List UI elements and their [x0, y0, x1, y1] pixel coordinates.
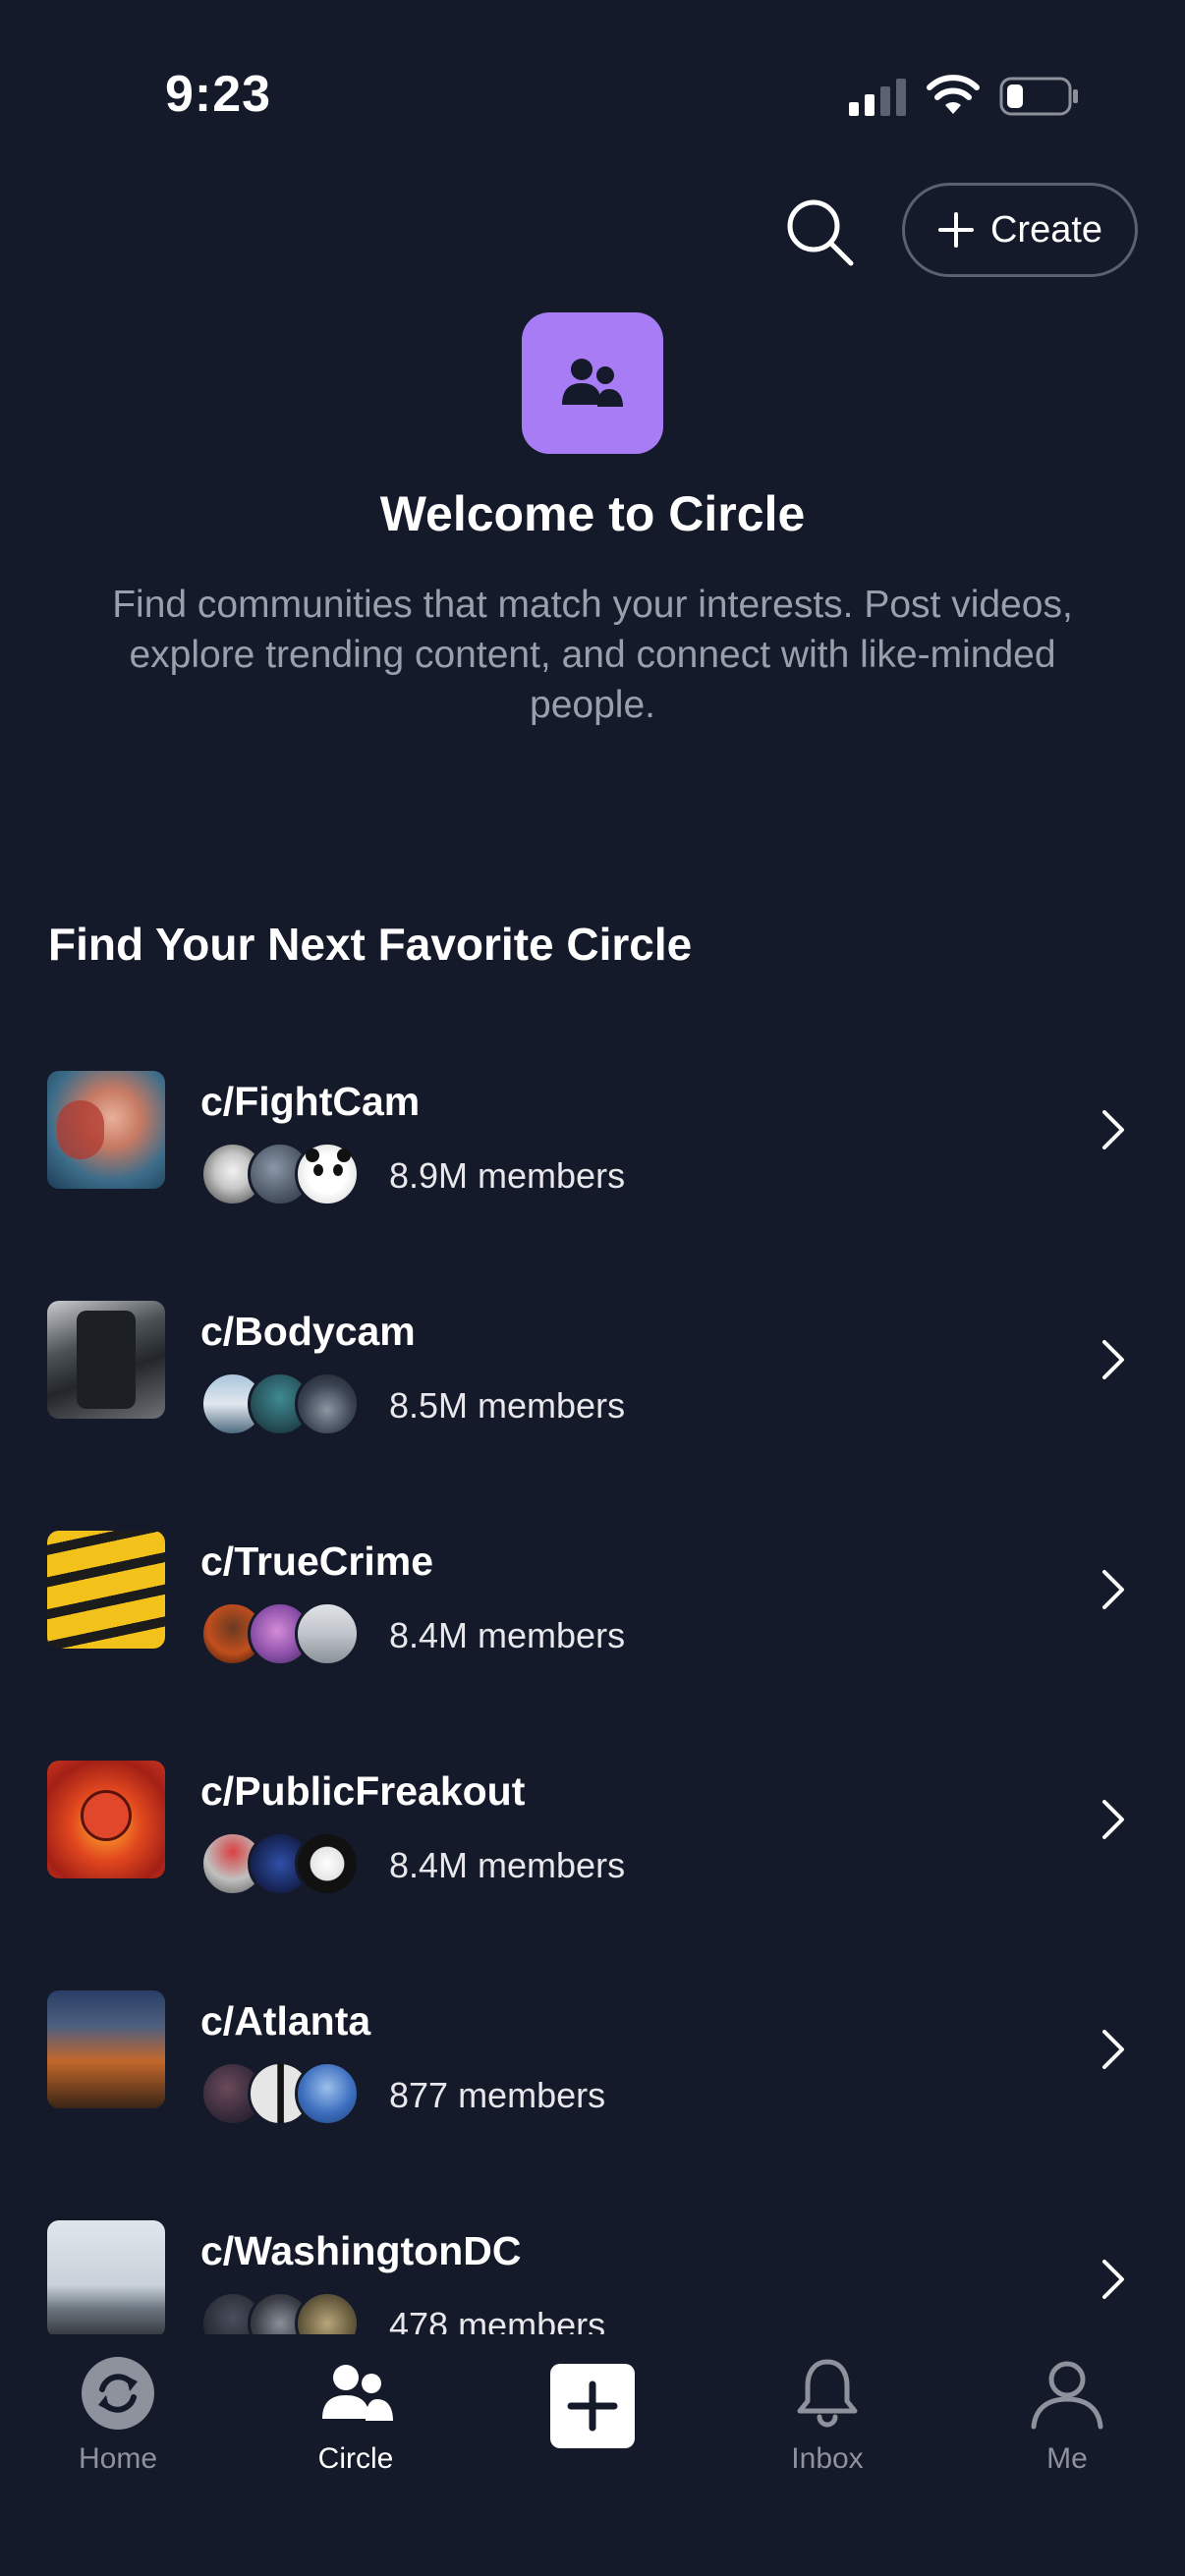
member-count: 478 members: [389, 2305, 606, 2334]
member-count: 8.5M members: [389, 1385, 626, 1426]
member-avatars: [200, 2061, 367, 2130]
member-avatars: [200, 1372, 367, 1440]
plus-icon: [567, 2380, 618, 2432]
member-avatars: [200, 1142, 367, 1210]
status-bar: 9:23: [0, 0, 1185, 187]
wifi-icon: [927, 75, 980, 114]
create-button[interactable]: Create: [902, 183, 1138, 277]
plus-icon: [937, 212, 974, 248]
battery-icon: [999, 77, 1078, 116]
section-title: Find Your Next Favorite Circle: [48, 919, 693, 970]
community-row-publicfreakout[interactable]: c/PublicFreakout 8.4M members: [0, 1721, 1185, 1951]
member-avatars: [200, 1601, 367, 1670]
community-name: c/FightCam: [200, 1079, 421, 1124]
community-row-fightcam[interactable]: c/FightCam 8.9M members: [0, 1032, 1185, 1261]
chevron-right-icon: [1102, 2260, 1124, 2299]
home-refresh-icon: [82, 2357, 154, 2430]
community-name: c/Bodycam: [200, 1309, 416, 1354]
tab-me-label: Me: [1046, 2442, 1088, 2475]
search-icon: [787, 199, 854, 266]
chevron-right-icon: [1102, 1800, 1124, 1839]
tab-circle-label: Circle: [317, 2442, 394, 2475]
member-avatars: [200, 2291, 367, 2334]
community-list: c/FightCam 8.9M members c/Bodycam 8.5M m…: [0, 1032, 1185, 2334]
status-time: 9:23: [165, 66, 272, 123]
bell-icon: [797, 2359, 858, 2428]
welcome-description: Find communities that match your interes…: [112, 584, 1073, 726]
chevron-right-icon: [1102, 1570, 1124, 1609]
tab-circle[interactable]: Circle: [257, 2354, 454, 2476]
community-name: c/PublicFreakout: [200, 1768, 526, 1814]
profile-icon: [1031, 2361, 1103, 2430]
community-name: c/WashingtonDC: [200, 2228, 522, 2273]
member-count: 8.9M members: [389, 1155, 626, 1196]
tab-home[interactable]: Home: [20, 2354, 216, 2476]
member-avatars: [200, 1831, 367, 1900]
circle-logo-icon: [522, 312, 663, 454]
welcome-title: Welcome to Circle: [379, 486, 806, 541]
tab-bar: Home Circle Inbox Me: [0, 2334, 1185, 2576]
member-count: 8.4M members: [389, 1615, 626, 1655]
community-thumbnail: [47, 2220, 165, 2334]
tab-inbox-label: Inbox: [791, 2442, 864, 2475]
people-icon: [322, 2365, 393, 2421]
tab-me[interactable]: Me: [969, 2354, 1165, 2476]
community-name: c/TrueCrime: [200, 1539, 433, 1584]
chevron-right-icon: [1102, 1110, 1124, 1149]
community-thumbnail: [47, 1301, 165, 1419]
community-row-bodycam[interactable]: c/Bodycam 8.5M members: [0, 1261, 1185, 1491]
community-thumbnail: [47, 1071, 165, 1189]
chevron-right-icon: [1102, 1340, 1124, 1379]
community-thumbnail: [47, 1761, 165, 1878]
new-post-button[interactable]: [550, 2364, 635, 2448]
community-row-truecrime[interactable]: c/TrueCrime 8.4M members: [0, 1491, 1185, 1721]
search-button[interactable]: [782, 195, 857, 269]
create-button-label: Create: [989, 208, 1103, 251]
cellular-signal-icon: [849, 79, 906, 116]
member-count: 8.4M members: [389, 1845, 626, 1885]
community-row-washingtondc[interactable]: c/WashingtonDC 478 members: [0, 2181, 1185, 2334]
tab-home-label: Home: [78, 2442, 158, 2475]
member-count: 877 members: [389, 2075, 606, 2115]
chevron-right-icon: [1102, 2030, 1124, 2069]
tab-inbox[interactable]: Inbox: [729, 2354, 926, 2476]
community-thumbnail: [47, 1531, 165, 1649]
community-row-atlanta[interactable]: c/Atlanta 877 members: [0, 1951, 1185, 2181]
community-name: c/Atlanta: [200, 1998, 371, 2044]
community-thumbnail: [47, 1990, 165, 2108]
